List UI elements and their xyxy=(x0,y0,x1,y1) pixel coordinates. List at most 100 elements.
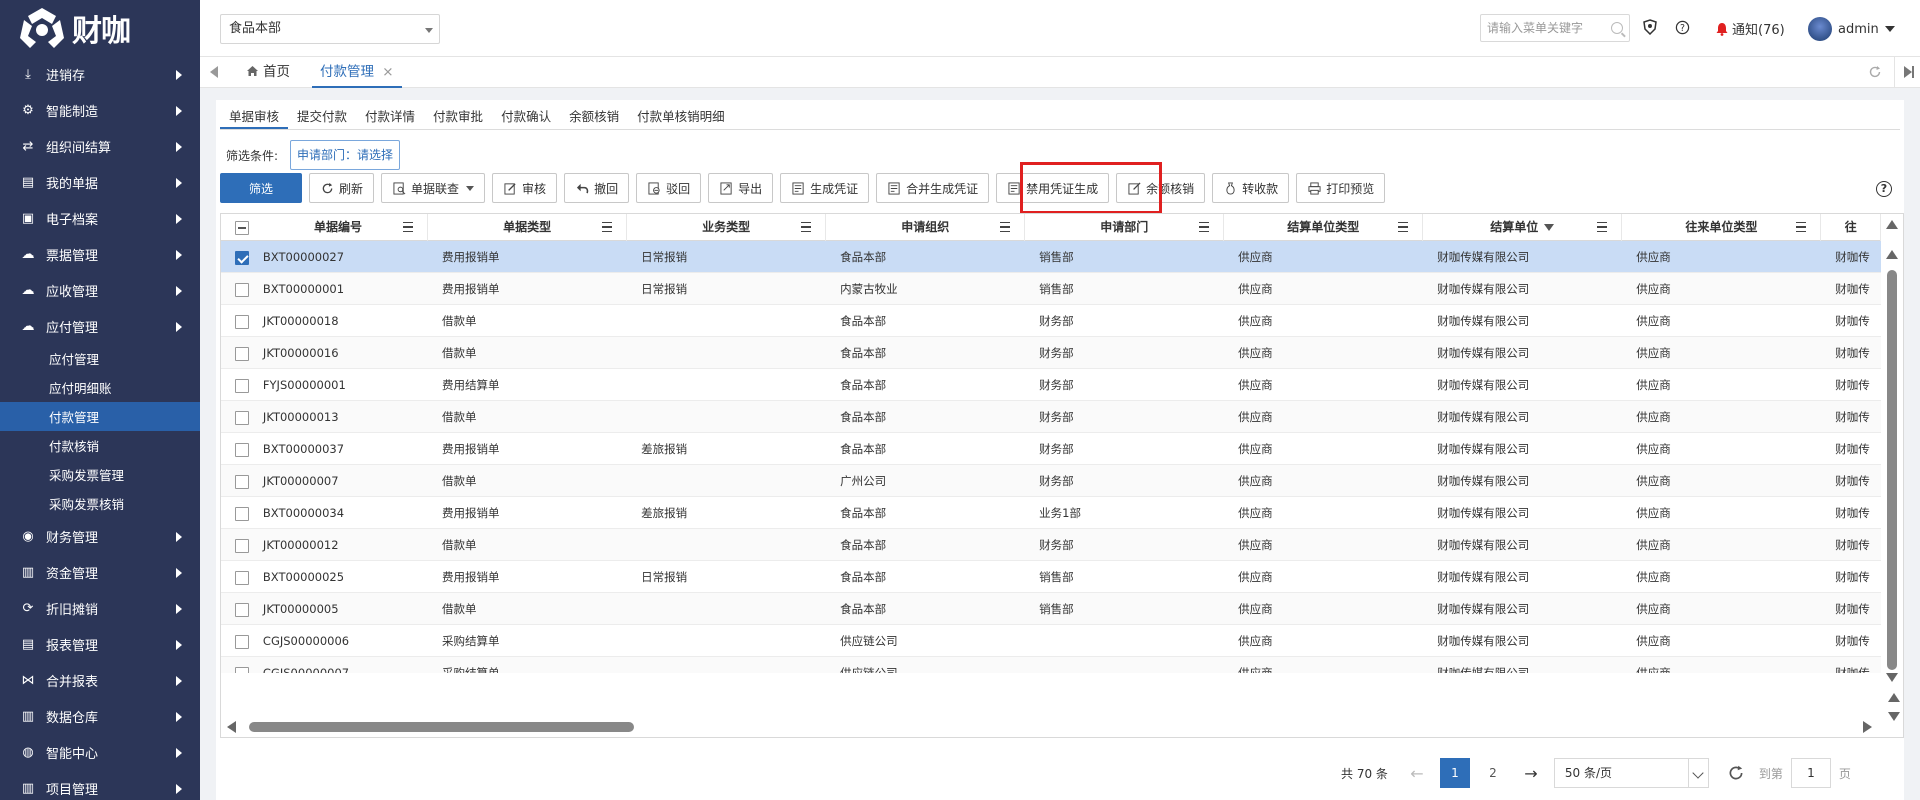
column-menu-icon[interactable] xyxy=(1796,222,1807,232)
sidebar-item[interactable]: ▣ 电子档案 xyxy=(0,200,200,236)
row-checkbox[interactable] xyxy=(235,282,249,297)
table-row[interactable]: JKT00000013 借款单 食品本部 财务部 供应商 财咖传媒有限公司 供应商 财咖传 xyxy=(221,401,1881,433)
row-checkbox[interactable] xyxy=(235,250,249,265)
scroll-up-icon[interactable] xyxy=(1888,693,1900,702)
row-checkbox[interactable] xyxy=(235,570,249,585)
user-menu[interactable]: admin xyxy=(1808,17,1895,41)
page-1-button[interactable]: 1 xyxy=(1439,758,1470,788)
notification-button[interactable]: 通知(76) xyxy=(1715,19,1785,38)
horizontal-scrollbar[interactable] xyxy=(221,714,1903,737)
toolbar-button-2[interactable]: 单据联查 xyxy=(381,173,486,203)
row-checkbox[interactable] xyxy=(235,314,249,329)
table-row[interactable]: JKT00000012 借款单 食品本部 财务部 供应商 财咖传媒有限公司 供应商 财咖传 xyxy=(221,529,1881,561)
sidebar-item[interactable]: ⋈ 合并报表 xyxy=(0,662,200,698)
column-header[interactable]: 业务类型 xyxy=(627,214,827,241)
row-checkbox[interactable] xyxy=(235,602,249,617)
toolbar-button-7[interactable]: 生成凭证 xyxy=(780,173,870,203)
filter-icon[interactable] xyxy=(1544,224,1555,231)
toolbar-button-12[interactable]: 打印预览 xyxy=(1296,173,1386,203)
sidebar-subitem[interactable]: 付款核销 xyxy=(0,431,200,460)
tab-home[interactable]: 首页 xyxy=(238,57,298,88)
filter-button[interactable]: 筛选 xyxy=(220,173,303,203)
scroll-right-icon[interactable] xyxy=(1904,66,1912,78)
sidebar-item[interactable]: ☁ 票据管理 xyxy=(0,236,200,272)
scroll-right-icon[interactable] xyxy=(1863,721,1872,733)
sidebar-item[interactable]: ▥ 项目管理 xyxy=(0,770,200,800)
toolbar-button-1[interactable]: 刷新 xyxy=(309,173,375,203)
row-checkbox[interactable] xyxy=(235,506,249,521)
toolbar-button-4[interactable]: 撤回 xyxy=(564,173,630,203)
table-row[interactable]: BXT00000001 费用报销单 日常报销 内蒙古牧业 销售部 供应商 财咖传媒有限公司 供… xyxy=(221,273,1881,305)
next-page-button[interactable]: → xyxy=(1515,758,1546,788)
reload-icon[interactable] xyxy=(1868,65,1882,79)
horizontal-scroll-thumb[interactable] xyxy=(249,722,634,732)
column-menu-icon[interactable] xyxy=(1597,222,1608,232)
page-size-select[interactable]: 50 条/页 xyxy=(1553,758,1709,788)
column-header[interactable]: 往 xyxy=(1821,214,1882,241)
table-row[interactable]: BXT00000037 费用报销单 差旅报销 食品本部 财务部 供应商 财咖传媒有限公司 供应… xyxy=(221,433,1881,465)
sidebar-item[interactable]: ▥ 资金管理 xyxy=(0,554,200,590)
scroll-left-icon[interactable] xyxy=(227,721,236,733)
sidebar-item[interactable]: ⚙ 智能制造 xyxy=(0,92,200,128)
select-all-checkbox[interactable] xyxy=(235,220,249,235)
shield-icon[interactable] xyxy=(1642,19,1658,35)
sub-tab[interactable]: 余额核销 xyxy=(560,104,628,129)
scroll-up-icon[interactable] xyxy=(1886,220,1898,229)
sidebar-subitem[interactable]: 应付管理 xyxy=(0,344,200,373)
column-header[interactable]: 申请部门 xyxy=(1025,214,1225,241)
help-circle-icon[interactable]: ? xyxy=(1674,19,1690,35)
table-row[interactable]: JKT00000005 借款单 食品本部 销售部 供应商 财咖传媒有限公司 供应商 财咖传 xyxy=(221,593,1881,625)
sub-tab[interactable]: 付款审批 xyxy=(424,104,492,129)
close-icon[interactable]: × xyxy=(382,64,393,80)
vertical-scroll-thumb[interactable] xyxy=(1887,270,1897,670)
column-menu-icon[interactable] xyxy=(403,222,414,232)
column-header[interactable]: 单据编号 xyxy=(249,214,429,241)
column-header[interactable]: 结算单位 xyxy=(1423,214,1623,241)
sub-tab[interactable]: 提交付款 xyxy=(288,104,356,129)
prev-page-button[interactable]: ← xyxy=(1401,758,1432,788)
table-row[interactable]: JKT00000007 借款单 广州公司 财务部 供应商 财咖传媒有限公司 供应商 财咖传 xyxy=(221,465,1881,497)
toolbar-button-5[interactable]: 驳回 xyxy=(636,173,702,203)
sub-tab[interactable]: 付款详情 xyxy=(356,104,424,129)
sidebar-item[interactable]: ▤ 报表管理 xyxy=(0,626,200,662)
sidebar-item[interactable]: ⇄ 组织间结算 xyxy=(0,128,200,164)
table-row[interactable]: BXT00000034 费用报销单 差旅报销 食品本部 业务1部 供应商 财咖传媒有限公司 供… xyxy=(221,497,1881,529)
sidebar-subitem[interactable]: 付款管理 xyxy=(0,402,200,431)
column-menu-icon[interactable] xyxy=(1398,222,1409,232)
row-checkbox[interactable] xyxy=(235,378,249,393)
table-row[interactable]: BXT00000027 费用报销单 日常报销 食品本部 销售部 供应商 财咖传媒有限公司 供应… xyxy=(221,241,1881,273)
sidebar-item[interactable]: ◉ 财务管理 xyxy=(0,518,200,554)
sidebar-item[interactable]: ☁ 应付管理 xyxy=(0,308,200,344)
toolbar-button-6[interactable]: 导出 xyxy=(708,173,774,203)
row-checkbox[interactable] xyxy=(235,442,249,457)
row-checkbox[interactable] xyxy=(235,538,249,553)
refresh-icon[interactable] xyxy=(1727,764,1745,782)
sidebar-item[interactable]: ☁ 应收管理 xyxy=(0,272,200,308)
sidebar-item[interactable]: ⤓ 进销存 xyxy=(0,56,200,92)
sidebar-subitem[interactable]: 采购发票管理 xyxy=(0,460,200,489)
scroll-down-icon[interactable] xyxy=(1886,673,1898,682)
sidebar-item[interactable]: ▤ 我的单据 xyxy=(0,164,200,200)
toolbar-button-3[interactable]: 审核 xyxy=(492,173,558,203)
table-row[interactable]: CGJS00000006 采购结算单 供应链公司 供应商 财咖传媒有限公司 供应商 财咖传 xyxy=(221,625,1881,657)
row-checkbox[interactable] xyxy=(235,666,249,673)
column-header[interactable]: 申请组织 xyxy=(826,214,1026,241)
sidebar-item[interactable]: ▥ 数据仓库 xyxy=(0,698,200,734)
sub-tab[interactable]: 单据审核 xyxy=(220,104,289,129)
sidebar-item[interactable]: ⟳ 折旧摊销 xyxy=(0,590,200,626)
table-row[interactable]: CGJS00000007 采购结算单 供应链公司 供应商 财咖传媒有限公司 供应商 财咖传 xyxy=(221,657,1881,673)
column-header[interactable]: 单据类型 xyxy=(428,214,628,241)
page-2-button[interactable]: 2 xyxy=(1477,758,1508,788)
sub-tab[interactable]: 付款单核销明细 xyxy=(628,104,734,129)
help-icon[interactable]: ? xyxy=(1876,181,1892,197)
sub-tab[interactable]: 付款确认 xyxy=(492,104,560,129)
scroll-up-icon[interactable] xyxy=(1886,250,1898,259)
table-row[interactable]: JKT00000018 借款单 食品本部 财务部 供应商 财咖传媒有限公司 供应商 财咖传 xyxy=(221,305,1881,337)
vertical-scrollbar[interactable] xyxy=(1881,214,1903,684)
tab-payment-management[interactable]: 付款管理 × xyxy=(312,57,402,88)
column-menu-icon[interactable] xyxy=(602,222,613,232)
sidebar-subitem[interactable]: 采购发票核销 xyxy=(0,489,200,518)
column-menu-icon[interactable] xyxy=(801,222,812,232)
filter-dept-tag[interactable]: 申请部门：请选择 xyxy=(290,140,401,170)
toolbar-button-11[interactable]: 转收款 xyxy=(1212,173,1290,203)
